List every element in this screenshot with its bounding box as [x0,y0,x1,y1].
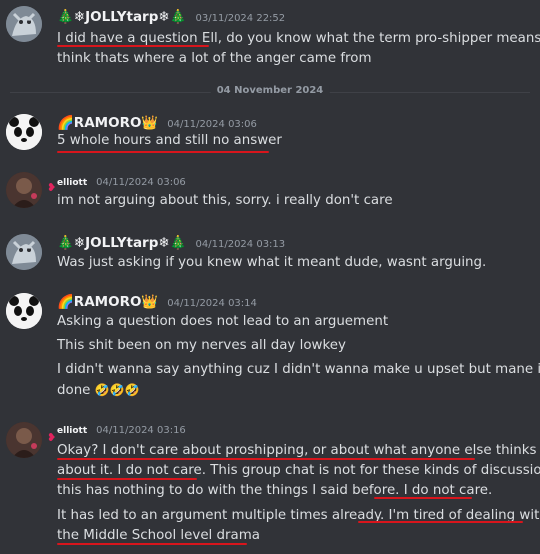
username[interactable]: 🌈RAMORO👑 [57,294,158,310]
message-line: Was just asking if you knew what it mean… [57,255,487,270]
hearts-icon: ❥ [47,181,57,194]
timestamp: 04/11/2024 03:06 [96,177,186,188]
red-underline [57,458,475,460]
message-line: Asking a question does not lead to an ar… [57,314,389,329]
username[interactable]: 🎄❄JOLLYtarp❄🎄 [57,235,187,251]
username[interactable]: 🌈RAMORO👑 [57,115,158,131]
red-underline [57,45,209,47]
timestamp: 04/11/2024 03:13 [195,239,286,250]
avatar-jolly[interactable] [6,6,42,42]
message-line: im not arguing about this, sorry. i real… [57,193,393,208]
hearts-icon: ❥ [47,431,57,444]
username[interactable]: elliott [57,426,87,436]
dark-character-icon [6,172,42,208]
username[interactable]: elliott [57,178,87,188]
timestamp: 04/11/2024 03:16 [96,425,186,436]
avatar-elliott[interactable] [6,422,42,458]
avatar-ramoro[interactable] [6,114,42,150]
gray-creature-icon [6,234,42,270]
red-underline [358,521,523,523]
avatar-ramoro[interactable] [6,293,42,329]
timestamp: 03/11/2024 22:52 [195,13,286,24]
timestamp: 04/11/2024 03:06 [167,119,257,130]
avatar-jolly[interactable] [6,234,42,270]
username[interactable]: 🎄❄JOLLYtarp❄🎄 [57,9,187,25]
laughing-emoji: 🤣🤣🤣 [94,383,140,397]
red-underline [57,543,247,545]
timestamp: 04/11/2024 03:14 [167,298,257,309]
red-underline [57,478,197,480]
panda-icon [6,293,42,329]
gray-creature-icon [6,6,42,42]
message-line: done 🤣🤣🤣 [57,380,532,401]
message-line: 5 whole hours and still no answer [57,133,282,148]
message-line: It has led to an argument multiple times… [57,508,540,523]
message-line: This shit been on my nerves all day lowk… [57,338,346,353]
message-text: done [57,383,91,398]
avatar-elliott[interactable] [6,172,42,208]
message-line: I didn't wanna say anything cuz I didn't… [57,362,540,377]
red-underline [57,151,269,153]
panda-icon [6,114,42,150]
message-line: think thats where a lot of the anger cam… [57,51,372,66]
date-divider: 04 November 2024 [210,85,330,96]
dark-character-icon [6,422,42,458]
red-underline [374,497,472,499]
